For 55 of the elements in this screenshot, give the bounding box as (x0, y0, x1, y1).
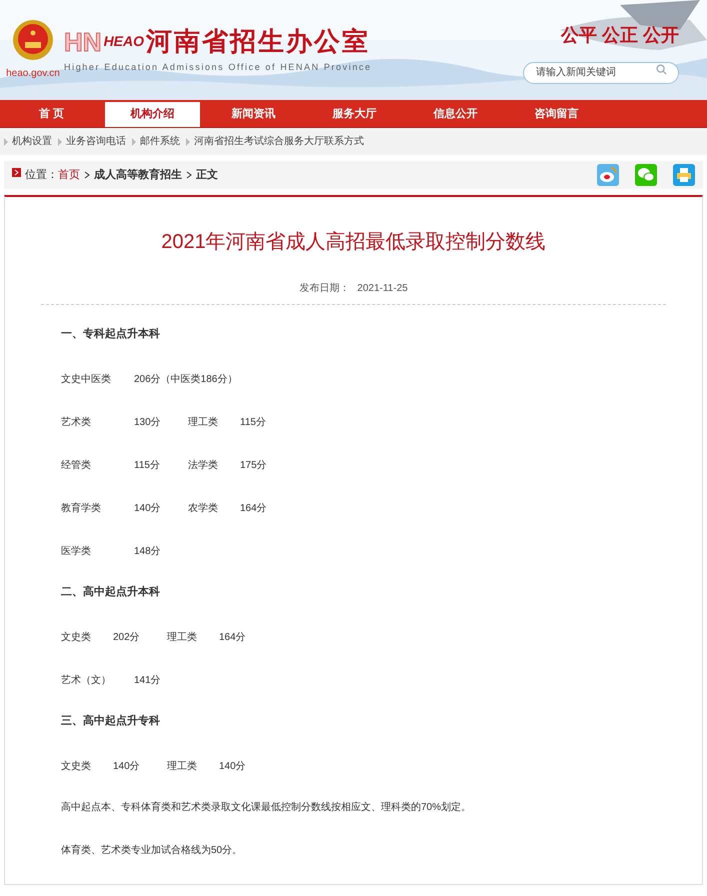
category-label: 理工类 (167, 760, 197, 772)
category-label: 法学类 (188, 460, 218, 470)
category-label: 医学类 (61, 546, 91, 556)
category-label: 文史类 (61, 632, 91, 642)
publish-date: 2021-11-25 (357, 282, 408, 296)
score-text: 148分 (134, 546, 161, 556)
article-title: 2021年河南省成人高招最低录取控制分数线 (161, 230, 546, 255)
category-label: 理工类 (167, 632, 197, 642)
search-field[interactable]: 请输入新闻关键词 (523, 62, 679, 84)
score-text: 164分 (240, 502, 267, 514)
nav-tab[interactable]: 新闻资讯 (206, 102, 301, 127)
subnav-link[interactable]: 机构设置 (12, 134, 52, 149)
domain-text: heao.gov.cn (6, 67, 60, 81)
score-text: 115分 (240, 416, 266, 428)
paragraph: 体育类、艺术类专业加试合格线为50分。 (61, 844, 242, 858)
category-label: 教育学类 (61, 502, 101, 514)
score-text: 141分 (134, 674, 161, 686)
slogan: 公平 公正 公开 (560, 24, 679, 47)
breadcrumb-text: 成人高等教育招生 (94, 167, 182, 183)
nav-tab[interactable]: 机构介绍 (105, 102, 200, 127)
date-label: 发布日期： (299, 282, 350, 296)
category-label: 理工类 (188, 416, 218, 428)
category-label: 经管类 (61, 460, 91, 470)
score-text: 140分 (134, 502, 161, 514)
paragraph: 高中起点本、专科体育类和艺术类录取文化课最低控制分数线按相应文、理科类的70%划定。 (61, 800, 472, 815)
category-label: 艺术（文） (61, 674, 111, 686)
nav-tab[interactable]: 服务大厅 (307, 102, 402, 127)
score-text: 202分 (113, 632, 140, 642)
logo-mark: HN (64, 28, 102, 54)
breadcrumb-text: 正文 (196, 168, 218, 183)
score-text: 164分 (219, 632, 246, 642)
score-text: 140分 (113, 760, 140, 772)
section-heading: 一、专科起点升本科 (61, 326, 160, 342)
category-label: 文史中医类 (61, 374, 111, 384)
subnav-link[interactable]: 业务咨询电话 (66, 134, 126, 149)
score-text: 130分 (134, 416, 161, 428)
logo-text: HEAO (104, 32, 144, 51)
section-heading: 二、高中起点升本科 (61, 584, 160, 600)
category-label: 文史类 (61, 760, 91, 772)
site-title: 河南省招生办公室 (146, 25, 370, 58)
nav-tab[interactable]: 咨询留言 (509, 102, 604, 127)
location-label: 位置： (25, 168, 58, 183)
score-text: 140分 (219, 760, 246, 772)
site-subtitle: Higher Education Admissions Office of HENAN Province (64, 61, 372, 74)
nav-tab[interactable]: 首 页 (4, 102, 99, 127)
nav-tab[interactable]: 信息公开 (408, 102, 503, 127)
score-text: 175分 (240, 460, 267, 470)
subnav-link[interactable]: 邮件系统 (140, 134, 180, 149)
breadcrumb-link[interactable]: 首页 (58, 166, 80, 184)
score-text: 206分（中医类186分） (134, 374, 238, 384)
category-label: 农学类 (188, 502, 218, 514)
section-heading: 三、高中起点升专科 (61, 714, 160, 730)
subnav-link[interactable]: 河南省招生考试综合服务大厅联系方式 (194, 134, 364, 149)
score-text: 115分 (134, 460, 160, 470)
category-label: 艺术类 (61, 416, 91, 428)
